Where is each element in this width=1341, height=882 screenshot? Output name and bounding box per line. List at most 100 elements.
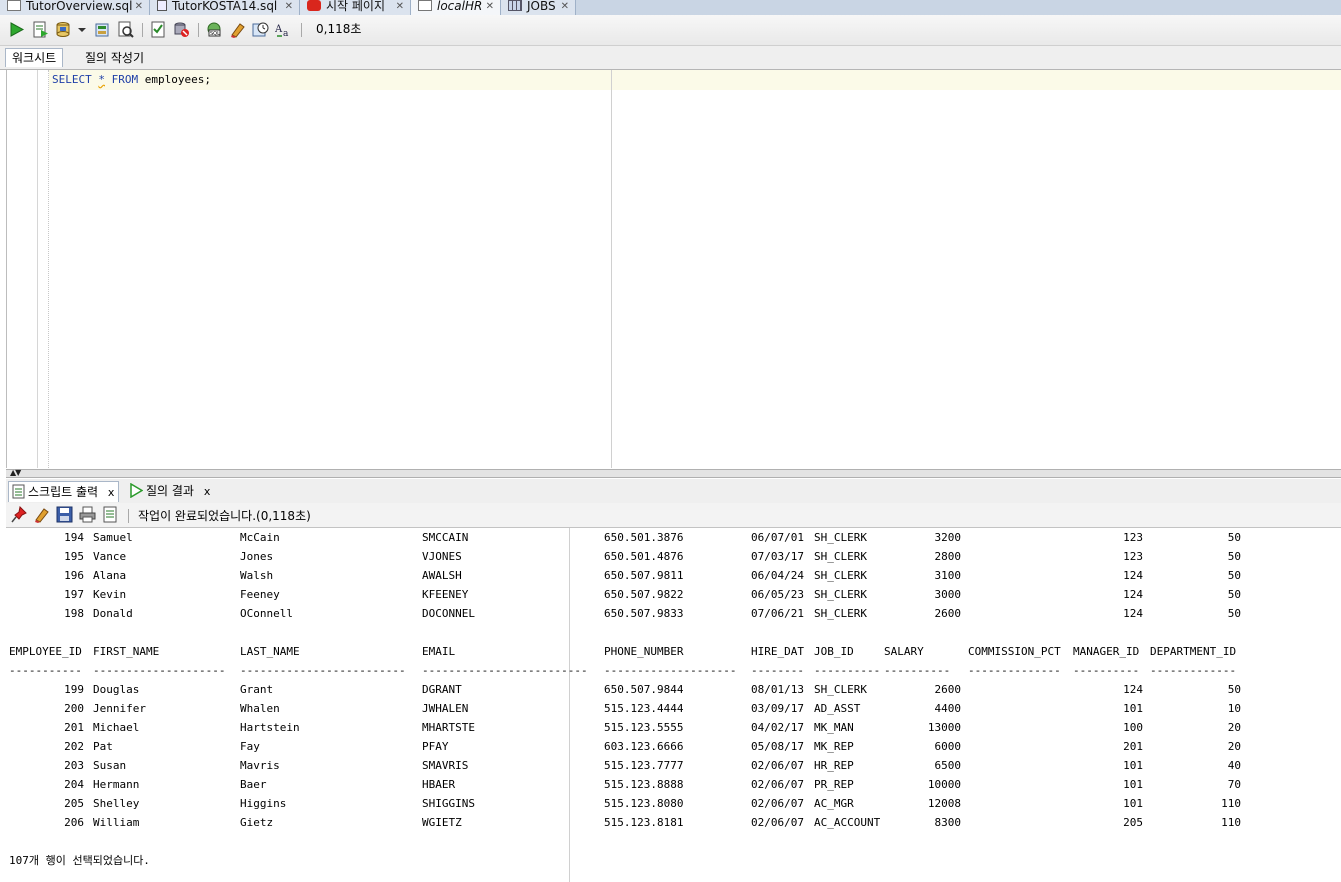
output-cell: Jennifer <box>93 702 146 715</box>
close-icon[interactable]: ✕ <box>285 0 293 13</box>
output-cell: DEPARTMENT_ID <box>1150 645 1237 658</box>
output-cell: Whalen <box>240 702 280 715</box>
output-cell: 8300 <box>934 816 962 829</box>
toolbar-separator <box>128 509 129 523</box>
tab-start-page[interactable]: 시작 페이지 ✕ <box>300 0 411 15</box>
clear-icon[interactable] <box>33 506 50 523</box>
editor-output-splitter[interactable]: ▲▼ <box>6 468 1341 478</box>
output-cell: Samuel <box>93 531 133 544</box>
sql-tuning-icon[interactable] <box>173 21 190 38</box>
output-cell: DOCONNEL <box>422 607 475 620</box>
run-statement-icon <box>129 482 144 504</box>
format-icon[interactable]: Aa <box>274 21 292 39</box>
output-cell: 13000 <box>927 721 961 734</box>
save-icon[interactable] <box>56 506 73 523</box>
output-cell: 02/06/07 <box>751 816 804 829</box>
run-script-icon[interactable] <box>32 21 49 38</box>
close-icon[interactable]: x <box>204 485 211 498</box>
output-cell: 50 <box>1227 683 1241 696</box>
output-cell: HBAER <box>422 778 456 791</box>
run-statement-icon[interactable] <box>8 21 25 38</box>
output-cell: -------- <box>751 664 804 677</box>
output-cell: 515.123.8888 <box>604 778 684 791</box>
output-cell: 198 <box>64 607 84 620</box>
output-cell: 650.501.4876 <box>604 550 684 563</box>
explain-plan-icon[interactable] <box>117 21 134 38</box>
unshared-sql-icon[interactable]: SQL <box>206 21 223 38</box>
output-cell: WGIETZ <box>422 816 462 829</box>
output-cell: 515.123.7777 <box>604 759 684 772</box>
output-cell: HIRE_DAT <box>751 645 804 658</box>
output-cell: Jones <box>240 550 274 563</box>
tab-worksheet[interactable]: 워크시트 <box>5 48 64 67</box>
output-cell: KFEENEY <box>422 588 469 601</box>
sql-editor[interactable]: SELECT * FROM employees; <box>6 70 1341 468</box>
chevron-down-icon[interactable] <box>77 21 87 38</box>
script-output-panel[interactable]: 194 Samuel McCain SMCCAIN 650.501.3876 06/07/… <box>0 528 1341 882</box>
output-cell: ------------------------- <box>240 664 406 677</box>
output-cell: SHIGGINS <box>422 797 475 810</box>
output-cell: SH_CLERK <box>814 550 867 563</box>
output-cell: AD_ASST <box>814 702 861 715</box>
output-cell: MHARTSTE <box>422 721 475 734</box>
line-gutter <box>37 70 38 468</box>
output-cell: 101 <box>1123 702 1143 715</box>
output-cell: 515.123.5555 <box>604 721 684 734</box>
output-cell: SH_CLERK <box>814 683 867 696</box>
output-cell: 201 <box>64 721 84 734</box>
sql-star: * <box>98 73 105 86</box>
output-cell: 206 <box>64 816 84 829</box>
output-cell: FIRST_NAME <box>93 645 160 658</box>
autotrace-icon[interactable] <box>150 21 167 38</box>
script-output-icon[interactable] <box>102 506 119 523</box>
tab-localhr[interactable]: localHR ✕ <box>411 0 501 15</box>
tab-jobs[interactable]: JOBS ✕ <box>501 0 576 15</box>
output-cell: MK_MAN <box>814 721 854 734</box>
close-icon[interactable]: x <box>108 486 115 499</box>
output-cell: 20 <box>1227 721 1241 734</box>
splitter-arrows-icon[interactable]: ▲▼ <box>10 468 21 477</box>
output-cell: Fay <box>240 740 260 753</box>
rollback-icon[interactable] <box>94 21 111 38</box>
pin-icon[interactable] <box>11 505 28 523</box>
tab-script-output[interactable]: 스크립트 출력 x <box>8 481 120 502</box>
commit-icon[interactable] <box>55 21 72 38</box>
tab-query-result[interactable]: 질의 결과 x <box>126 481 210 501</box>
tab-tutoroverview[interactable]: TutorOverview.sql ✕ <box>0 0 150 15</box>
output-cell: 110 <box>1221 816 1241 829</box>
output-cell: PFAY <box>422 740 449 753</box>
svg-text:SQL: SQL <box>210 31 220 37</box>
clear-icon[interactable] <box>229 21 246 38</box>
sql-connection-icon <box>418 0 432 11</box>
output-cell: 124 <box>1123 607 1143 620</box>
output-cell: 205 <box>1123 816 1143 829</box>
output-cell: 07/06/21 <box>751 607 804 620</box>
output-cell: 650.507.9811 <box>604 569 684 582</box>
output-cell: JOB_ID <box>814 645 854 658</box>
output-cell: William <box>93 816 140 829</box>
output-cell: 124 <box>1123 588 1143 601</box>
output-cell: SH_CLERK <box>814 607 867 620</box>
history-icon[interactable] <box>252 21 269 38</box>
close-icon[interactable]: ✕ <box>561 0 569 13</box>
sql-file-icon <box>7 0 21 11</box>
output-cell: 196 <box>64 569 84 582</box>
close-icon[interactable]: ✕ <box>396 0 404 13</box>
output-cell: Baer <box>240 778 267 791</box>
tab-query-builder[interactable]: 질의 작성기 <box>79 49 150 67</box>
worksheet-subtabs: 워크시트 질의 작성기 <box>0 46 1341 70</box>
output-cell: 205 <box>64 797 84 810</box>
output-cell: ---------- <box>814 664 881 677</box>
tab-tutorkosta14[interactable]: TutorKOSTA14.sql ✕ <box>150 0 300 15</box>
output-cell: 197 <box>64 588 84 601</box>
output-cell: Feeney <box>240 588 280 601</box>
output-cell: 02/06/07 <box>751 778 804 791</box>
print-icon[interactable] <box>79 506 96 523</box>
close-icon[interactable]: ✕ <box>135 0 143 13</box>
close-icon[interactable]: ✕ <box>486 0 494 13</box>
toolbar-separator <box>198 23 199 37</box>
tab-label: TutorKOSTA14.sql <box>172 0 278 13</box>
output-cell: 650.507.9822 <box>604 588 684 601</box>
output-cell: 4400 <box>934 702 962 715</box>
table-icon <box>508 0 522 11</box>
